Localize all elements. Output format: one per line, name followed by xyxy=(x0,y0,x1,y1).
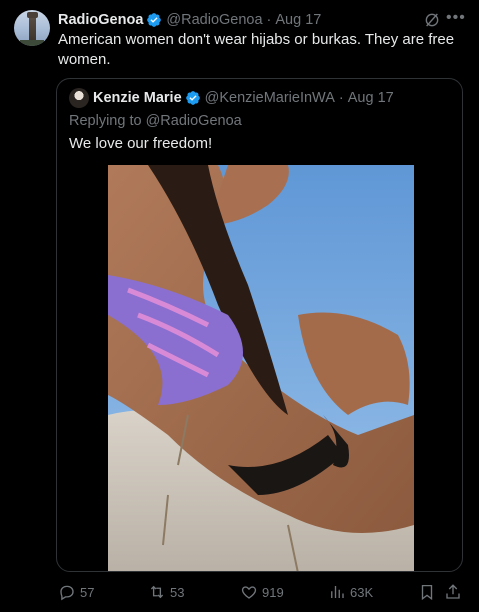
quoted-tweet[interactable]: Kenzie Marie @KenzieMarieInWA · Aug 17 R… xyxy=(56,78,463,572)
quote-text: We love our freedom! xyxy=(69,135,213,152)
like-button[interactable]: 919 xyxy=(240,580,284,604)
verified-badge-icon xyxy=(147,13,162,27)
bookmark-icon xyxy=(421,584,433,601)
bookmark-button[interactable] xyxy=(418,580,440,604)
author-avatar[interactable] xyxy=(14,10,50,46)
reply-count: 57 xyxy=(80,584,95,600)
separator-dot: · xyxy=(266,12,272,28)
verified-badge-icon xyxy=(185,91,200,105)
tower-avatar-icon xyxy=(27,12,38,42)
views-chart-icon xyxy=(331,586,344,598)
replying-to[interactable]: Replying to @RadioGenoa xyxy=(69,113,242,129)
tweet-header: RadioGenoa @RadioGenoa · Aug 17 xyxy=(58,11,321,29)
grok-icon[interactable] xyxy=(424,12,440,28)
like-count: 919 xyxy=(262,584,284,600)
reply-button[interactable]: 57 xyxy=(58,580,94,604)
quote-author-name[interactable]: Kenzie Marie xyxy=(93,90,182,106)
quote-date[interactable]: Aug 17 xyxy=(348,90,394,106)
repost-icon xyxy=(150,585,164,599)
share-icon xyxy=(446,584,460,599)
tweet-date[interactable]: Aug 17 xyxy=(275,12,321,28)
repost-button[interactable]: 53 xyxy=(148,580,184,604)
heart-icon xyxy=(241,586,257,599)
separator-dot: · xyxy=(338,90,344,106)
views-count: 63K xyxy=(350,584,374,600)
quote-author-handle[interactable]: @KenzieMarieInWA xyxy=(205,90,335,106)
share-button[interactable] xyxy=(444,580,466,604)
quote-author-avatar[interactable] xyxy=(69,88,89,108)
quote-header: Kenzie Marie @KenzieMarieInWA · Aug 17 xyxy=(69,88,394,108)
more-horizontal-icon[interactable]: ••• xyxy=(446,10,465,28)
tweet-text: American women don't wear hijabs or burk… xyxy=(58,31,455,68)
views-button[interactable]: 63K xyxy=(328,580,373,604)
action-bar: 57 53 919 63K xyxy=(0,580,479,604)
reply-icon xyxy=(60,585,74,601)
tweet[interactable]: RadioGenoa @RadioGenoa · Aug 17 ••• Amer… xyxy=(0,0,479,612)
author-handle[interactable]: @RadioGenoa xyxy=(166,12,262,28)
author-name[interactable]: RadioGenoa xyxy=(58,12,143,28)
repost-count: 53 xyxy=(170,584,185,600)
beach-photo[interactable] xyxy=(108,165,414,572)
